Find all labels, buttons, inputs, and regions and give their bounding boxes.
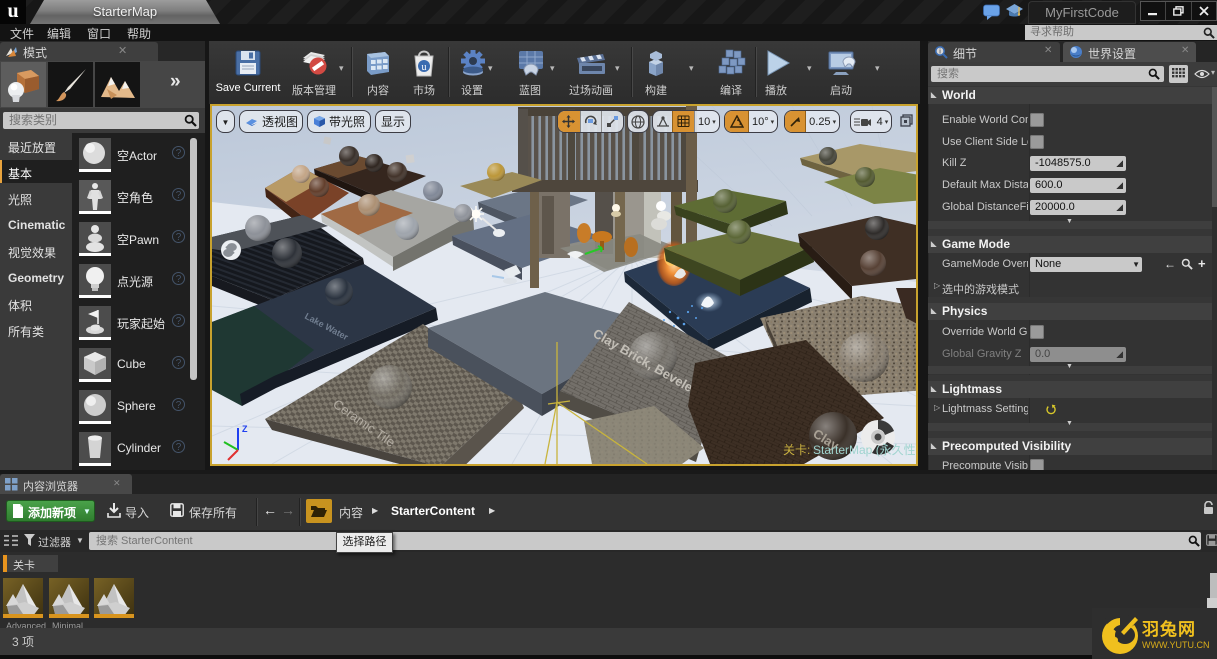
svg-text:Z: Z [242,424,248,434]
svg-text:StarterMap (永久性): StarterMap (永久性) [813,443,916,457]
svg-text:关卡:: 关卡: [783,443,810,457]
svg-text:u: u [422,62,427,73]
